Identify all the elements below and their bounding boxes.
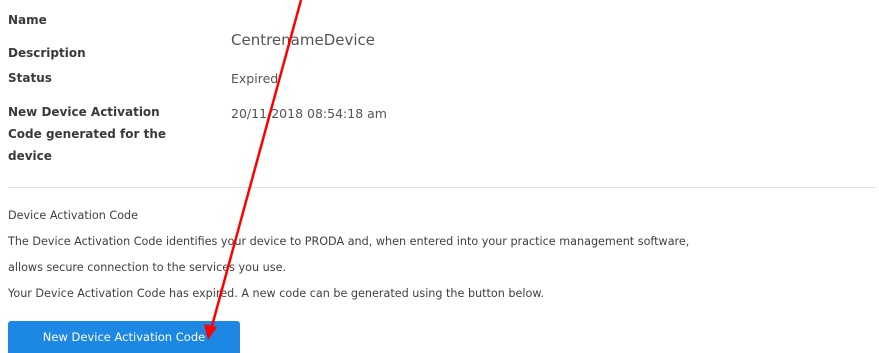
section-divider: [8, 187, 876, 188]
new-code-generated-value: 20/11/2018 08:54:18 am: [231, 106, 387, 121]
activation-description-line: allows secure connection to the services…: [8, 261, 287, 274]
status-label: Status: [8, 71, 52, 85]
new-code-label: New Device Activation Code generated for…: [8, 101, 166, 167]
red-annotation-arrow: [204, 0, 303, 340]
new-device-activation-code-button[interactable]: New Device Activation Code: [8, 321, 240, 353]
new-code-label-line: device: [8, 149, 52, 163]
activation-description-line: The Device Activation Code identifies yo…: [8, 235, 690, 248]
activation-heading: Device Activation Code: [8, 209, 139, 222]
description-label: Description: [8, 46, 86, 60]
name-value: CentrenameDevice: [231, 31, 375, 49]
new-code-label-line: New Device Activation: [8, 105, 160, 119]
name-label: Name: [8, 13, 47, 27]
status-value: Expired: [231, 71, 279, 86]
expired-notice: Your Device Activation Code has expired.…: [8, 287, 545, 300]
new-code-label-line: Code generated for the: [8, 127, 167, 141]
